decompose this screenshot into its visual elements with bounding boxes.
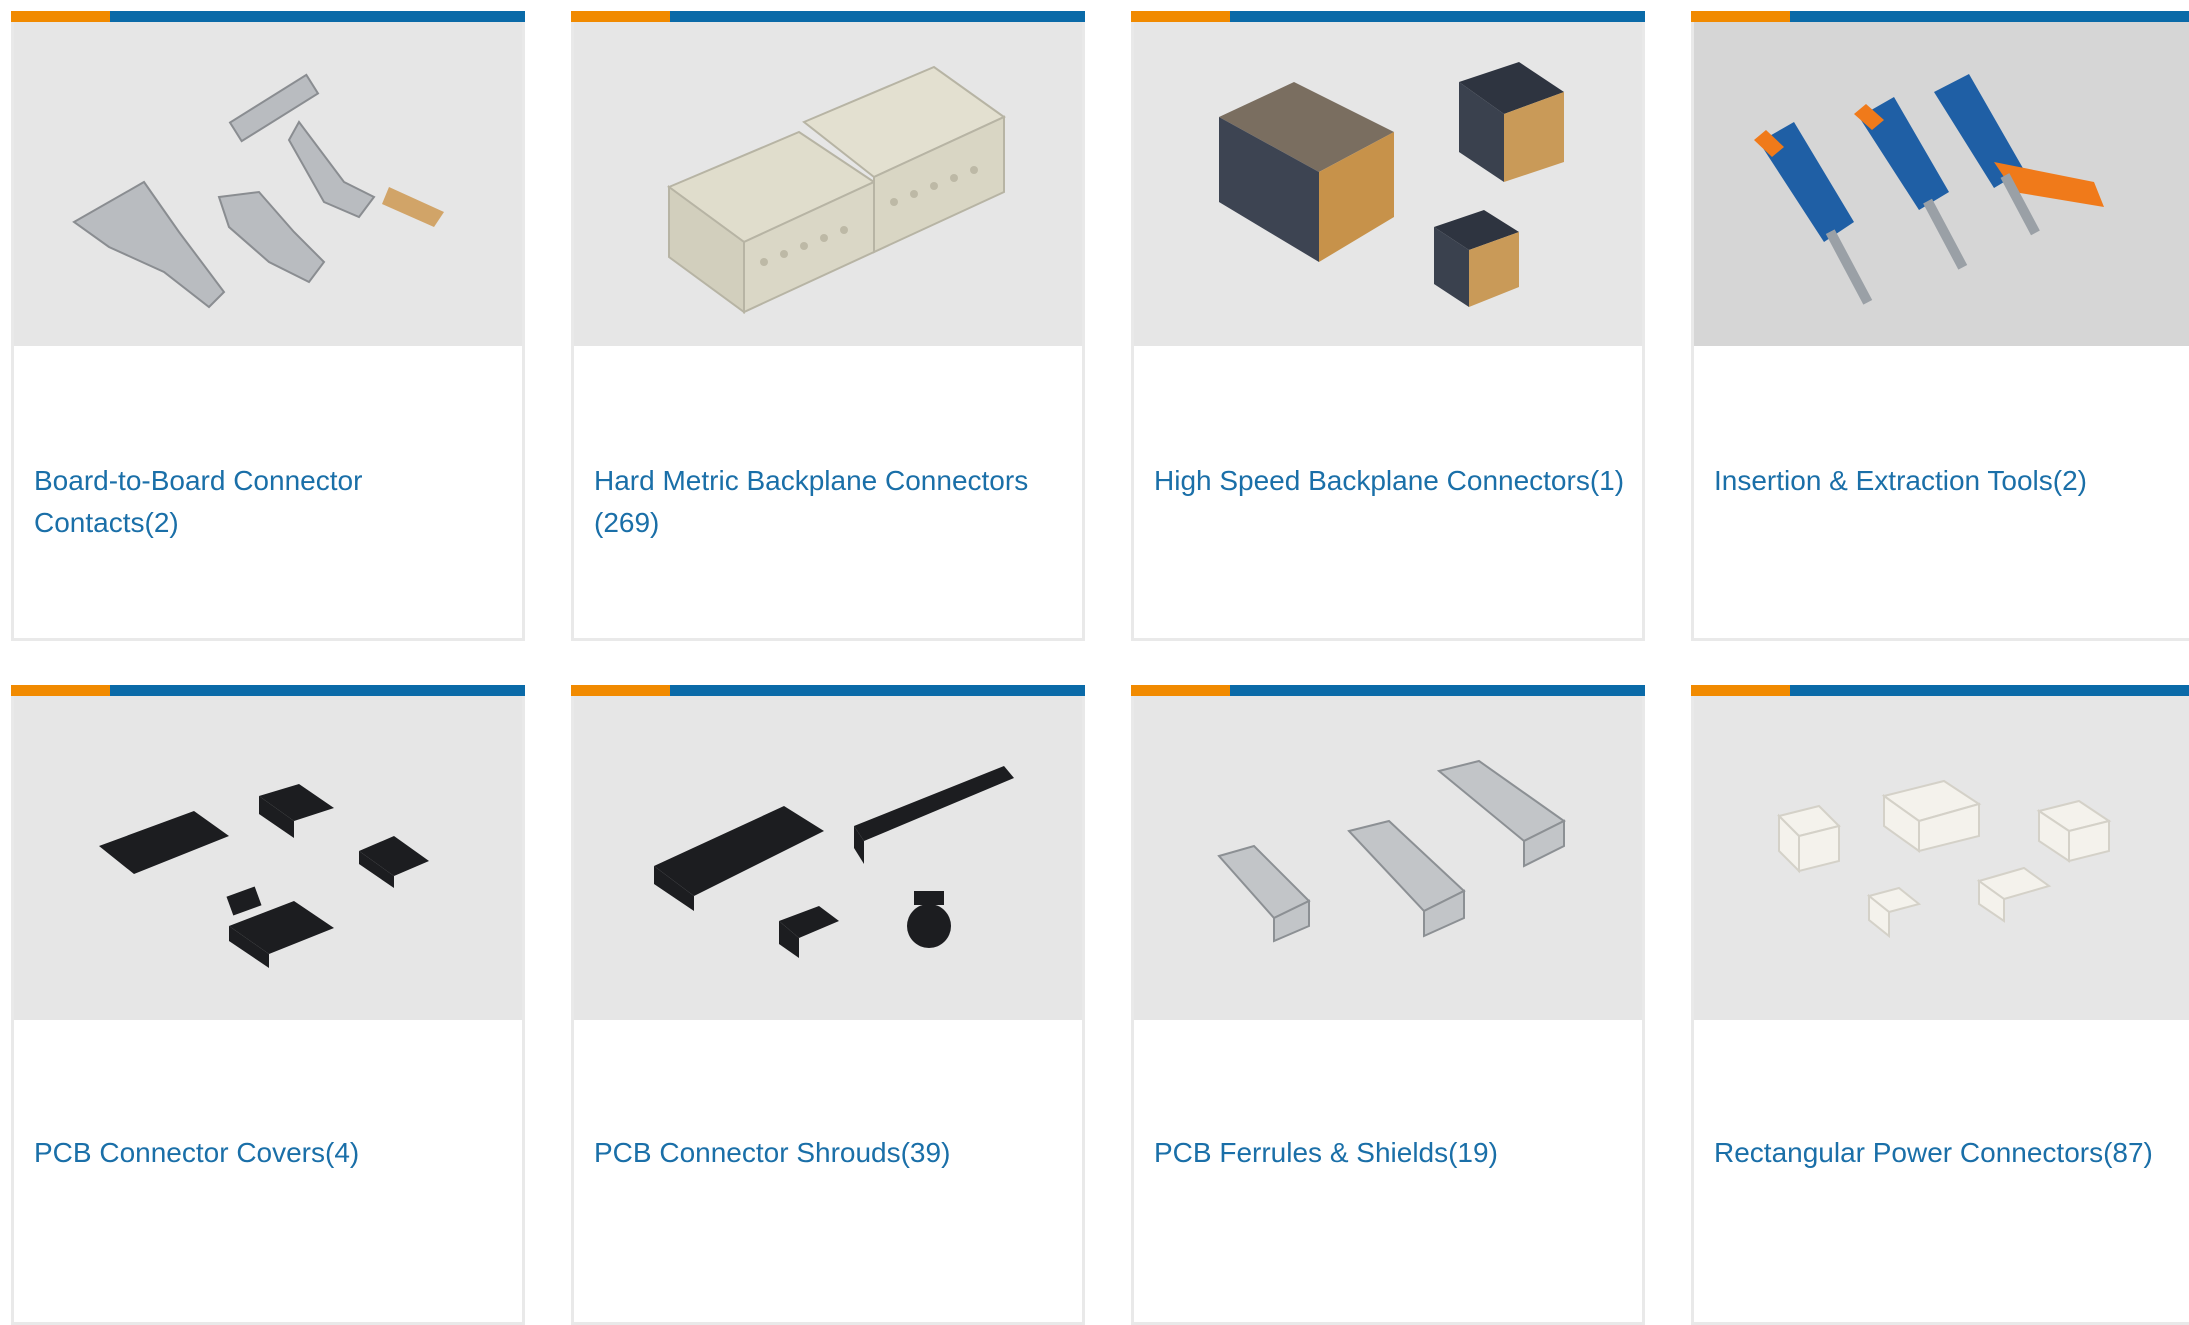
power-connector-icon[interactable] <box>1694 696 2189 1020</box>
category-card-high-speed[interactable]: High Speed Backplane Connectors(1) <box>1131 11 1645 641</box>
category-card-hard-metric[interactable]: Hard Metric Backplane Connectors (269) <box>571 11 1085 641</box>
card-accent-bar <box>571 11 1085 22</box>
card-accent-bar <box>11 685 525 696</box>
category-link-insertion-tools[interactable]: Insertion & Extraction Tools(2) <box>1714 460 2188 502</box>
category-link-ferrules[interactable]: PCB Ferrules & Shields(19) <box>1154 1132 1628 1174</box>
covers-icon[interactable] <box>14 696 522 1020</box>
category-card-power[interactable]: Rectangular Power Connectors(87) <box>1691 685 2189 1325</box>
card-accent-bar <box>1691 11 2189 22</box>
card-accent-bar <box>1131 11 1645 22</box>
category-card-ferrules[interactable]: PCB Ferrules & Shields(19) <box>1131 685 1645 1325</box>
card-accent-bar <box>1691 685 2189 696</box>
category-link-power[interactable]: Rectangular Power Connectors(87) <box>1714 1132 2188 1174</box>
card-accent-bar <box>571 685 1085 696</box>
high-speed-connector-icon[interactable] <box>1134 22 1642 346</box>
category-link-high-speed[interactable]: High Speed Backplane Connectors(1) <box>1154 460 1628 502</box>
category-card-covers[interactable]: PCB Connector Covers(4) <box>11 685 525 1325</box>
card-accent-bar <box>11 11 525 22</box>
category-card-insertion-tools[interactable]: Insertion & Extraction Tools(2) <box>1691 11 2189 641</box>
category-link-shrouds[interactable]: PCB Connector Shrouds(39) <box>594 1132 1068 1174</box>
category-card-shrouds[interactable]: PCB Connector Shrouds(39) <box>571 685 1085 1325</box>
card-accent-bar <box>1131 685 1645 696</box>
contacts-icon[interactable] <box>14 22 522 346</box>
ferrules-shields-icon[interactable] <box>1134 696 1642 1020</box>
shrouds-icon[interactable] <box>574 696 1082 1020</box>
category-grid: Board-to-Board Connector Contacts(2) Har… <box>0 0 2189 1325</box>
insertion-tool-icon[interactable] <box>1694 22 2189 346</box>
category-link-covers[interactable]: PCB Connector Covers(4) <box>34 1132 508 1174</box>
category-link-contacts[interactable]: Board-to-Board Connector Contacts(2) <box>34 460 508 544</box>
category-link-hard-metric[interactable]: Hard Metric Backplane Connectors (269) <box>594 460 1068 544</box>
category-card-contacts[interactable]: Board-to-Board Connector Contacts(2) <box>11 11 525 641</box>
hard-metric-connector-icon[interactable] <box>574 22 1082 346</box>
